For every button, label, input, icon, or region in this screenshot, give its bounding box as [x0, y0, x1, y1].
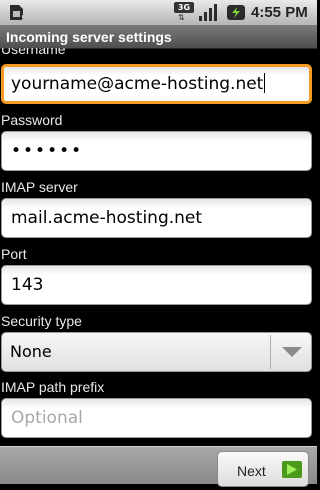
bottom-action-bar: Next	[0, 446, 317, 487]
arrow-right-icon	[282, 461, 302, 478]
imap-server-input[interactable]: mail.acme-hosting.net	[1, 198, 312, 238]
settings-form[interactable]: Username yourname@acme-hosting.net Passw…	[0, 48, 317, 446]
clock: 4:55 PM	[251, 4, 308, 21]
title-bar: Incoming server settings	[0, 26, 317, 49]
imap-server-label: IMAP server	[1, 179, 78, 195]
next-button-label: Next	[237, 463, 266, 479]
security-type-label: Security type	[1, 313, 82, 329]
password-input[interactable]: ••••••	[1, 131, 312, 171]
username-input[interactable]: yourname@acme-hosting.net	[1, 64, 312, 104]
chevron-down-icon	[282, 347, 302, 357]
network-type-label: 3G	[174, 2, 194, 13]
status-bar: ! 3G ⇅ 4:55 PM	[0, 0, 317, 26]
text-caret	[264, 73, 266, 93]
port-label: Port	[1, 246, 27, 262]
signal-strength-icon	[199, 4, 217, 21]
battery-charging-icon	[227, 5, 245, 20]
imap-path-prefix-label: IMAP path prefix	[1, 379, 105, 395]
username-value: yourname@acme-hosting.net	[11, 74, 264, 94]
password-label: Password	[1, 112, 63, 128]
3g-data-icon: 3G ⇅	[174, 2, 194, 23]
imap-path-prefix-input[interactable]: Optional	[1, 398, 312, 438]
sim-card-icon: !	[10, 5, 24, 21]
select-divider	[270, 335, 271, 369]
username-label: Username	[1, 48, 66, 57]
port-input[interactable]: 143	[1, 265, 312, 305]
page-title: Incoming server settings	[6, 29, 172, 45]
security-type-value: None	[10, 342, 52, 361]
security-type-select[interactable]: None	[1, 332, 312, 372]
svg-text:!: !	[21, 14, 24, 21]
next-button[interactable]: Next	[217, 451, 309, 487]
